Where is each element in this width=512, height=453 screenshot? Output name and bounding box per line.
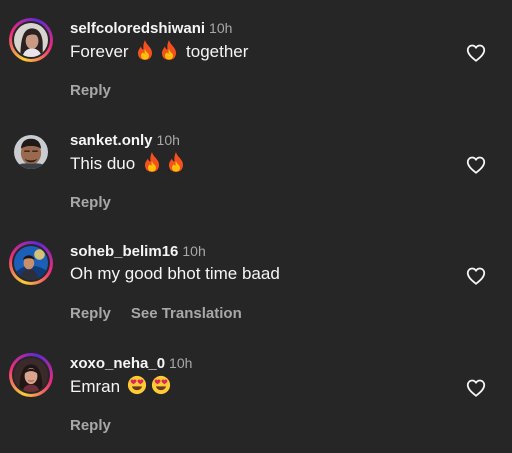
timestamp: 10h [169, 355, 193, 371]
reply-button[interactable]: Reply [70, 194, 111, 211]
comment-text: This duo [70, 151, 188, 176]
heart-outline-icon[interactable] [465, 265, 487, 287]
comment-item: sanket.only 10h This duo Reply [0, 130, 512, 230]
heart-outline-icon[interactable] [465, 42, 487, 64]
comment-actions: Reply [70, 193, 111, 213]
comment-item: xoxo_neha_0 10h Emran Reply [0, 353, 512, 453]
reply-button[interactable]: Reply [70, 305, 111, 322]
comment-item: selfcoloredshiwani 10h Forever together R… [0, 18, 512, 118]
comment-text-part: Forever [70, 42, 129, 61]
comment-actions: Reply See Translation [70, 304, 242, 324]
comment-text-part: This duo [70, 154, 136, 173]
comment-item: soheb_belim16 10h Oh my good bhot time ba… [0, 241, 512, 341]
username[interactable]: xoxo_neha_0 [70, 355, 165, 372]
timestamp: 10h [156, 132, 180, 148]
avatar[interactable] [9, 18, 53, 62]
comment-actions: Reply [70, 416, 111, 436]
comment-text: Emran [70, 374, 173, 399]
avatar-photo [14, 135, 48, 169]
comment-text: Forever together [70, 39, 248, 64]
username[interactable]: selfcoloredshiwani [70, 20, 205, 37]
avatar[interactable] [9, 241, 53, 285]
comment-text: Oh my good bhot time baad [70, 262, 280, 286]
username[interactable]: soheb_belim16 [70, 243, 178, 260]
reply-button[interactable]: Reply [70, 82, 111, 99]
avatar-photo [14, 246, 48, 280]
timestamp: 10h [209, 20, 233, 36]
fire-emoji [168, 152, 183, 172]
avatar-photo [14, 23, 48, 57]
heart-eyes-emoji [127, 375, 146, 395]
username[interactable]: sanket.only [70, 132, 153, 149]
fire-emoji [144, 152, 159, 172]
reply-button[interactable]: Reply [70, 417, 111, 434]
heart-eyes-emoji [151, 375, 170, 395]
comment-header: soheb_belim16 10h [70, 241, 206, 261]
comment-header: sanket.only 10h [70, 130, 180, 150]
avatar[interactable] [9, 130, 53, 174]
comment-text-part: Oh my good bhot time baad [70, 264, 280, 283]
heart-outline-icon[interactable] [465, 154, 487, 176]
comment-header: selfcoloredshiwani 10h [70, 18, 232, 38]
see-translation-button[interactable]: See Translation [131, 305, 242, 322]
avatar[interactable] [9, 353, 53, 397]
heart-outline-icon[interactable] [465, 377, 487, 399]
comment-header: xoxo_neha_0 10h [70, 353, 192, 373]
comment-text-part: together [186, 42, 249, 61]
comment-actions: Reply [70, 81, 111, 101]
fire-emoji [138, 40, 153, 60]
avatar-photo [14, 358, 48, 392]
timestamp: 10h [182, 243, 206, 259]
fire-emoji [162, 40, 177, 60]
comment-text-part: Emran [70, 377, 121, 396]
